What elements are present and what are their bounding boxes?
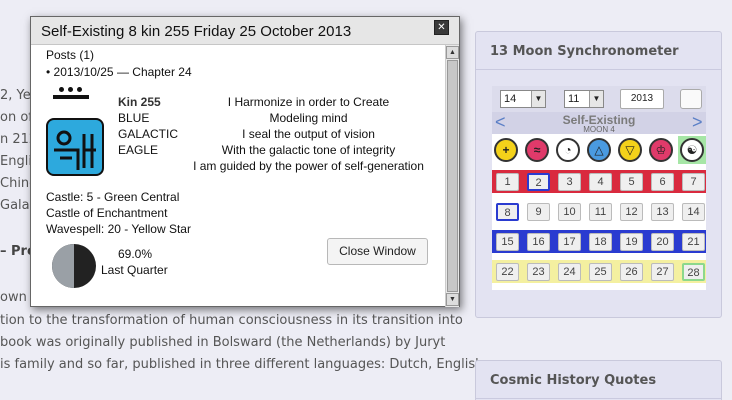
- calendar-day[interactable]: 6: [651, 173, 674, 191]
- calendar-day[interactable]: 2: [527, 173, 550, 191]
- calendar-day[interactable]: 22: [496, 263, 519, 281]
- numeral-dot: [68, 87, 73, 92]
- quotes-widget: Cosmic History Quotes: [475, 360, 722, 400]
- calendar-day[interactable]: 18: [589, 233, 612, 251]
- widget-title: Cosmic History Quotes: [490, 373, 657, 388]
- week-row: 1234567: [492, 170, 706, 193]
- next-moon-button[interactable]: >: [692, 112, 703, 132]
- close-icon[interactable]: ✕: [434, 20, 449, 35]
- moon-lit-half: [52, 244, 74, 288]
- calendar-day[interactable]: 8: [496, 203, 519, 221]
- calendar-day[interactable]: 11: [589, 203, 612, 221]
- go-button[interactable]: [680, 89, 702, 109]
- calendar-day[interactable]: 10: [558, 203, 581, 221]
- kin-number: Kin 255: [118, 95, 161, 109]
- eagle-glyph-svg: [54, 130, 96, 170]
- calendar-day[interactable]: 17: [558, 233, 581, 251]
- eagle-glyph-icon: [46, 118, 104, 176]
- chevron-down-icon: ▼: [589, 91, 603, 107]
- scroll-thumb[interactable]: [447, 60, 458, 292]
- calendar-day[interactable]: 20: [651, 233, 674, 251]
- synchronometer-panel: 14 ▼ 11 ▼ 2013 < Self-Existing MOON 4 > …: [492, 86, 706, 290]
- post-link[interactable]: • 2013/10/25 — Chapter 24: [46, 65, 192, 79]
- castle-info: Castle: 5 - Green Central: [46, 190, 180, 204]
- scroll-up-icon[interactable]: ▲: [446, 46, 459, 59]
- arc-icon[interactable]: ◔: [556, 138, 580, 162]
- calendar-day[interactable]: 12: [620, 203, 643, 221]
- calendar-day[interactable]: 25: [589, 263, 612, 281]
- date-controls: 14 ▼ 11 ▼ 2013: [492, 86, 706, 112]
- month-select[interactable]: 11 ▼: [564, 90, 604, 108]
- article-line: book was originally published in Bolswar…: [0, 335, 446, 350]
- synchronometer-widget: 13 Moon Synchronometer 14 ▼ 11 ▼ 2013 < …: [475, 31, 722, 318]
- affirmation-line: Modeling mind: [269, 111, 348, 125]
- numeral-dot: [59, 87, 64, 92]
- chalice-icon[interactable]: ▽: [618, 138, 642, 162]
- article-line: is family and so far, published in three…: [0, 357, 484, 372]
- week-row: 8 9 10 11 12 13 14: [492, 200, 706, 223]
- triangle-icon[interactable]: △: [587, 138, 611, 162]
- chevron-down-icon: ▼: [531, 91, 545, 107]
- calendar-day[interactable]: 23: [527, 263, 550, 281]
- moon-phase-label: Last Quarter: [101, 263, 168, 277]
- affirmation-line: I am guided by the power of self-generat…: [193, 159, 424, 173]
- calendar-day[interactable]: 7: [682, 173, 705, 191]
- day-select-value: 14: [504, 93, 517, 105]
- moon-percent: 69.0%: [118, 247, 153, 261]
- calendar-day[interactable]: 3: [558, 173, 581, 191]
- earth-cross-icon[interactable]: +: [494, 138, 518, 162]
- close-window-button[interactable]: Close Window: [327, 238, 428, 265]
- affirmation-line: I seal the output of vision: [242, 127, 375, 141]
- posts-label: Posts (1): [46, 48, 95, 62]
- popup-header: Self-Existing 8 kin 255 Friday 25 Octobe…: [31, 17, 459, 45]
- kin-tone: GALACTIC: [118, 127, 179, 141]
- widget-title: 13 Moon Synchronometer: [490, 44, 679, 59]
- divider: [476, 69, 721, 70]
- calendar-day[interactable]: 14: [682, 203, 705, 221]
- affirmation-line: I Harmonize in order to Create: [227, 95, 390, 109]
- moon-number: MOON 4: [583, 125, 615, 134]
- numeral-bar: [53, 95, 89, 99]
- calendar-day[interactable]: 15: [496, 233, 519, 251]
- calendar-day[interactable]: 1: [496, 173, 519, 191]
- divider: [476, 398, 721, 399]
- calendar-day[interactable]: 4: [589, 173, 612, 191]
- moon-navigation: < Self-Existing MOON 4 >: [492, 112, 706, 134]
- calendar-day[interactable]: 27: [651, 263, 674, 281]
- scroll-down-icon[interactable]: ▼: [446, 293, 459, 306]
- popup-scrollbar[interactable]: ▲ ▼: [445, 45, 459, 307]
- day-select[interactable]: 14 ▼: [500, 90, 546, 108]
- calendar-day[interactable]: 5: [620, 173, 643, 191]
- wavespell-info: Wavespell: 20 - Yellow Star: [46, 222, 191, 236]
- crown-icon[interactable]: ♔: [649, 138, 673, 162]
- week-row: 22 23 24 25 26 27 28: [492, 260, 706, 283]
- moon-phase-icon: [52, 244, 96, 288]
- kin-popup-window: Self-Existing 8 kin 255 Friday 25 Octobe…: [30, 16, 460, 307]
- calendar-day[interactable]: 28: [682, 263, 705, 281]
- kin-seal: EAGLE: [118, 143, 159, 157]
- calendar-day[interactable]: 24: [558, 263, 581, 281]
- kin-color: BLUE: [118, 111, 150, 125]
- calendar-day[interactable]: 16: [527, 233, 550, 251]
- calendar-day[interactable]: 21: [682, 233, 705, 251]
- year-input[interactable]: 2013: [620, 89, 664, 109]
- calendar-day[interactable]: 19: [620, 233, 643, 251]
- affirmation-line: With the galactic tone of integrity: [221, 143, 396, 157]
- article-fragment: on of: [0, 110, 33, 125]
- article-fragment: 2, Ye: [0, 88, 31, 103]
- article-line: tion to the transformation of human cons…: [0, 313, 463, 328]
- post-link-text: 2013/10/25 — Chapter 24: [53, 65, 192, 79]
- calendar-day[interactable]: 13: [651, 203, 674, 221]
- month-select-value: 11: [568, 93, 580, 105]
- castle-name: Castle of Enchantment: [46, 206, 168, 220]
- calendar-day[interactable]: 26: [620, 263, 643, 281]
- calendar-day[interactable]: 9: [527, 203, 550, 221]
- numeral-dot: [77, 87, 82, 92]
- waves-icon[interactable]: ≈: [525, 138, 549, 162]
- week-row: 15 16 17 18 19 20 21: [492, 230, 706, 253]
- swirl-icon[interactable]: ☯: [680, 138, 704, 162]
- popup-title: Self-Existing 8 kin 255 Friday 25 Octobe…: [41, 23, 352, 40]
- article-line: own: [0, 290, 27, 305]
